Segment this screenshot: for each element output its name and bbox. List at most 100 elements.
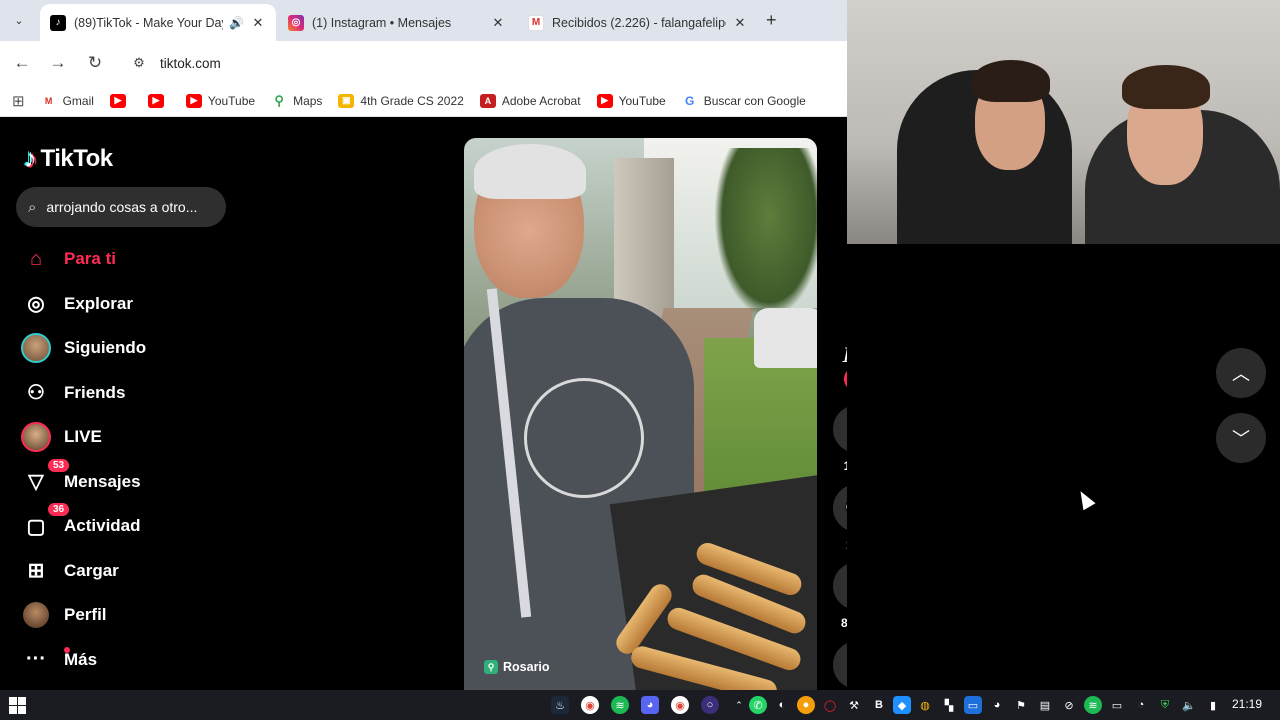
sidebar-item-cargar[interactable]: ⊞ Cargar (20, 549, 240, 594)
tiktok-logo[interactable]: ♪ TikTok (24, 143, 113, 174)
tray-app-icon[interactable]: ⚑ (1012, 696, 1030, 714)
bookmark-youtube[interactable]: ▶ YouTube (185, 93, 256, 108)
tray-app-icon[interactable]: B (870, 696, 888, 714)
tray-app-icon[interactable]: ⚒ (845, 696, 863, 714)
search-input[interactable]: ⌕ arrojando cosas a otro... (16, 187, 226, 227)
sidebar-item-siguiendo[interactable]: Siguiendo (20, 326, 240, 371)
tiktok-icon: ♪ (24, 143, 37, 173)
sidebar-item-para-ti[interactable]: ⌂ Para ti (20, 237, 240, 282)
tray-app-icon[interactable]: ⊘ (1060, 696, 1078, 714)
bookmarks-bar: ⊞ M Gmail ▶ ▶ ▶ YouTube ⚲ Maps ▣ 4th Grade C… (0, 85, 847, 117)
video-car (754, 308, 817, 368)
compass-icon: ◎ (27, 293, 45, 316)
like-button[interactable]: ♥ (833, 405, 847, 453)
bookmark-google[interactable]: G Buscar con Google (681, 93, 806, 108)
bookmark-youtube[interactable]: ▶ YouTube (596, 93, 666, 108)
video-player[interactable]: ⚲ Rosario (464, 138, 817, 690)
save-count: 82.8K (840, 616, 847, 630)
tray-app-icon[interactable]: ● (797, 696, 815, 714)
opera-icon[interactable]: ◯ (821, 696, 839, 714)
bookmark-label: YouTube (207, 93, 256, 108)
sidebar-item-friends[interactable]: ⚇ Friends (20, 371, 240, 416)
acrobat-icon: A (479, 93, 496, 108)
app-icon[interactable]: ○ (701, 696, 719, 714)
messages-badge: 53 (48, 458, 70, 472)
close-icon[interactable]: ✕ (250, 15, 266, 31)
site-info-icon[interactable]: ⚙ (126, 50, 152, 76)
comment-button[interactable]: 💬 (833, 484, 847, 532)
tab-search-icon[interactable]: ⌄ (8, 9, 30, 31)
sidebar-item-label: Friends (64, 382, 126, 402)
gmail-icon: M (40, 93, 57, 108)
bookmark-maps[interactable]: ⚲ Maps (271, 93, 322, 108)
webcam-hair-left (972, 60, 1050, 102)
sidebar-item-mas[interactable]: ··· Más (20, 638, 240, 683)
forward-button[interactable]: → (47, 52, 69, 74)
close-icon[interactable]: ✕ (732, 15, 748, 31)
bookmark-youtube[interactable]: ▶ (109, 93, 132, 108)
sidebar-item-label: Perfil (64, 605, 107, 625)
spotify-tray-icon[interactable]: ≋ (1084, 696, 1102, 714)
apps-icon[interactable]: ⊞ (12, 92, 25, 110)
discord-tray-icon[interactable]: ◕ (988, 696, 1006, 714)
clock[interactable]: 21:19 (1232, 697, 1262, 711)
sidebar-item-explorar[interactable]: ◎ Explorar (20, 282, 240, 327)
whatsapp-icon[interactable]: ✆ (749, 696, 767, 714)
browser-window: ⌄ ♪ (89)TikTok - Make Your Day 🔊 ✕ ◎ (1)… (0, 0, 847, 690)
close-icon[interactable]: ✕ (490, 15, 506, 31)
tray-app-icon[interactable]: ◍ (916, 696, 934, 714)
location-tag[interactable]: ⚲ Rosario (484, 660, 550, 674)
url-text: tiktok.com (160, 55, 221, 71)
sidebar-item-label: Actividad (64, 516, 141, 536)
microphone-icon[interactable]: ▮ (1204, 696, 1222, 714)
location-pin-icon: ⚲ (484, 660, 498, 674)
discord-icon[interactable]: ◕ (641, 696, 659, 714)
bookmark-gmail[interactable]: M Gmail (40, 93, 94, 108)
network-icon[interactable]: ▭ (1108, 696, 1126, 714)
previous-video-button[interactable]: ︿ (1216, 348, 1266, 398)
share-button[interactable]: ➦ (833, 641, 847, 689)
mouse-cursor-icon (1074, 487, 1096, 511)
bookmark-label: Buscar con Google (703, 93, 806, 108)
bookmark-acrobat[interactable]: A Adobe Acrobat (479, 93, 581, 108)
sidebar-item-live[interactable]: LIVE (20, 415, 240, 460)
reload-button[interactable]: ↻ (84, 52, 106, 74)
sidebar-item-mensajes[interactable]: ▽ 53 Mensajes (20, 458, 240, 505)
save-button[interactable]: ▮ (833, 562, 847, 610)
following-avatar (20, 332, 52, 364)
tray-app-icon[interactable]: ▤ (1036, 696, 1054, 714)
chrome-icon[interactable]: ◉ (581, 696, 599, 714)
chevron-up-icon[interactable]: ⌃ (730, 696, 748, 714)
tray-app-icon[interactable]: ◔ (1132, 696, 1150, 714)
address-bar[interactable]: ⚙ tiktok.com (122, 47, 847, 79)
browser-toolbar: ← → ↻ ⚙ tiktok.com (0, 41, 847, 85)
search-value: arrojando cosas a otro... (46, 199, 198, 215)
security-icon[interactable]: ⛨ (1156, 696, 1174, 714)
volume-icon[interactable]: 🔈 (1180, 696, 1198, 714)
bookmark-classroom[interactable]: ▣ 4th Grade CS 2022 (338, 93, 464, 108)
friends-icon: ⚇ (27, 382, 45, 405)
tab-gmail[interactable]: M Recibidos (2.226) - falangafelipe ✕ (518, 4, 758, 41)
steam-icon[interactable]: ♨ (551, 696, 569, 714)
tab-tiktok[interactable]: ♪ (89)TikTok - Make Your Day 🔊 ✕ (40, 4, 276, 41)
tab-instagram[interactable]: ◎ (1) Instagram • Mensajes ✕ (278, 4, 516, 41)
tab-title: (1) Instagram • Mensajes (312, 15, 452, 30)
sidebar-item-actividad[interactable]: ▢ 36 Actividad (20, 503, 240, 549)
tray-app-icon[interactable]: ▚ (940, 696, 958, 714)
tray-app-icon[interactable]: ◐ (773, 696, 791, 714)
sidebar-item-label: Cargar (64, 560, 119, 580)
bookmark-label: Adobe Acrobat (501, 93, 581, 108)
speaker-icon[interactable]: 🔊 (229, 16, 244, 30)
bookmark-youtube[interactable]: ▶ (147, 93, 170, 108)
tray-app-icon[interactable]: ▭ (964, 696, 982, 714)
live-avatar (20, 421, 52, 453)
spotify-icon[interactable]: ≋ (611, 696, 629, 714)
tray-app-icon[interactable]: ◆ (893, 696, 911, 714)
sidebar-item-perfil[interactable]: Perfil (20, 593, 240, 638)
new-tab-button[interactable]: + (766, 10, 777, 31)
next-video-button[interactable]: ﹀ (1216, 413, 1266, 463)
back-button[interactable]: ← (11, 52, 33, 74)
chrome-icon[interactable]: ◉ (671, 696, 689, 714)
windows-start-icon[interactable] (9, 697, 26, 714)
bookmark-label: YouTube (618, 93, 666, 108)
